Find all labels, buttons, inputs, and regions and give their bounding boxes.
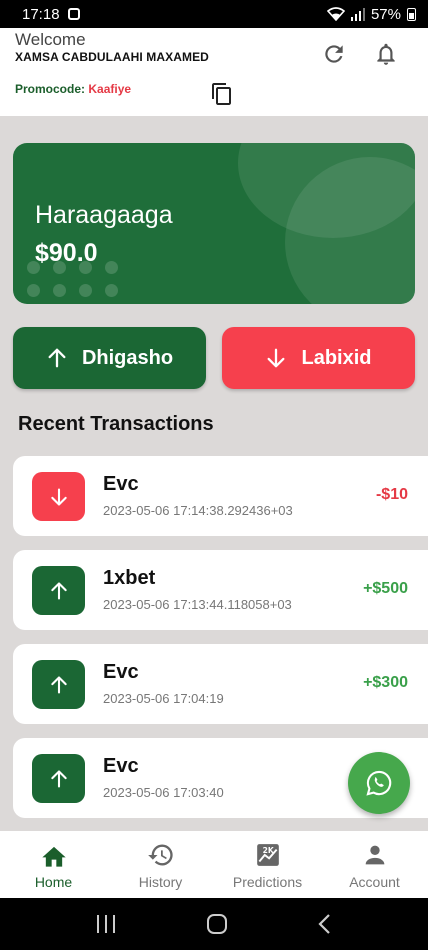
recent-apps-icon[interactable] (95, 914, 117, 934)
refresh-button[interactable] (320, 40, 348, 68)
app-header: Welcome XAMSA CABDULAAHI MAXAMED Promoco… (0, 28, 428, 116)
home-icon (41, 846, 66, 867)
notifications-button[interactable] (372, 40, 400, 68)
tx-title: 1xbet (103, 567, 156, 589)
tx-direction-badge (32, 660, 85, 709)
nav-history-label: History (138, 874, 183, 890)
balance-label: Haraagaaga (35, 201, 173, 229)
battery-icon (407, 7, 416, 21)
arrow-up-icon (50, 769, 67, 788)
signal-icon (350, 7, 365, 21)
withdraw-button[interactable]: Labixid (222, 327, 415, 389)
tx-date: 2023-05-06 17:14:38.292436+03 (103, 503, 293, 518)
recent-transactions-title: Recent Transactions (18, 413, 214, 435)
copy-icon[interactable] (210, 82, 234, 106)
nav-account-label: Account (349, 874, 400, 890)
predictions-icon: 2K (256, 844, 279, 866)
arrow-up-icon (50, 581, 67, 600)
user-name: XAMSA CABDULAAHI MAXAMED (15, 50, 209, 64)
nav-home[interactable]: Home (0, 831, 107, 898)
transaction-item[interactable]: 1xbet 2023-05-06 17:13:44.118058+03 +$50… (13, 550, 428, 630)
welcome-text: Welcome (15, 30, 86, 49)
tx-title: Evc (103, 755, 139, 777)
tx-direction-badge (32, 754, 85, 803)
wifi-icon (326, 7, 345, 21)
nav-home-label: Home (34, 874, 73, 890)
tx-title: Evc (103, 473, 139, 495)
nav-predictions[interactable]: 2K Predictions (214, 831, 321, 898)
whatsapp-button[interactable] (348, 752, 410, 814)
withdraw-label: Labixid (301, 346, 372, 369)
tx-direction-badge (32, 472, 85, 521)
balance-card: Haraagaaga $90.0 (13, 143, 415, 304)
svg-text:2K: 2K (262, 846, 274, 855)
arrow-down-icon (268, 348, 285, 368)
back-icon[interactable] (317, 913, 333, 935)
system-nav-bar (0, 898, 428, 950)
status-bar: 17:18 57% (0, 0, 428, 28)
tx-amount: -$10 (375, 486, 408, 503)
arrow-down-icon (50, 487, 67, 506)
bottom-nav: Home History 2K Predictions Account (0, 831, 428, 898)
bell-icon (377, 43, 395, 65)
tx-date: 2023-05-06 17:13:44.118058+03 (103, 597, 292, 612)
arrow-up-icon (50, 675, 67, 694)
tx-direction-badge (32, 566, 85, 615)
home-circle-icon[interactable] (206, 913, 228, 935)
deposit-button[interactable]: Dhigasho (13, 327, 206, 389)
battery-percent: 57% (370, 5, 401, 23)
nav-predictions-label: Predictions (232, 874, 303, 890)
arrow-up-icon (48, 348, 66, 368)
tx-title: Evc (103, 661, 139, 683)
refresh-icon (325, 45, 343, 63)
tx-date: 2023-05-06 17:04:19 (103, 691, 224, 706)
deposit-label: Dhigasho (81, 346, 174, 369)
balance-value: $90.0 (35, 239, 98, 267)
promo-code: Promocode: Kaafiye (15, 82, 131, 96)
promo-value: Kaafiye (88, 82, 132, 96)
whatsapp-icon (366, 770, 392, 796)
tx-amount: +$500 (363, 580, 408, 597)
status-time: 17:18 (22, 5, 60, 23)
nav-account[interactable]: Account (321, 831, 428, 898)
transaction-item[interactable]: Evc 2023-05-06 17:14:38.292436+03 -$10 (13, 456, 428, 536)
account-icon (365, 845, 384, 865)
promo-label: Promocode: (15, 82, 86, 96)
history-icon (147, 844, 173, 866)
tx-date: 2023-05-06 17:03:40 (103, 785, 224, 800)
tx-amount: +$300 (363, 674, 408, 691)
notification-icon (67, 8, 80, 20)
transaction-item[interactable]: Evc 2023-05-06 17:04:19 +$300 (13, 644, 428, 724)
nav-history[interactable]: History (107, 831, 214, 898)
